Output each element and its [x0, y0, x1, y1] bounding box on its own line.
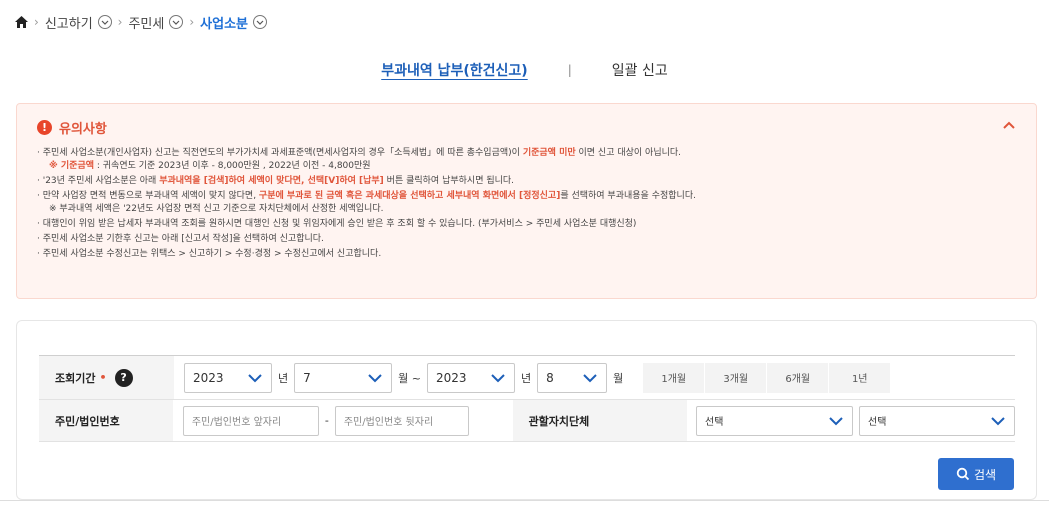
chevron-right-icon: ›	[34, 15, 39, 29]
chevron-down-icon[interactable]	[169, 15, 184, 29]
select-value: 2023	[435, 370, 467, 385]
notice-emphasis: ※ 기준금액	[49, 161, 95, 171]
notice-text: · 주민세 사업소분(개인사업자) 신고는 직전연도의 부가가치세 과세표준액(…	[37, 148, 523, 158]
to-year-select[interactable]: 2023	[426, 362, 515, 393]
chevron-down-icon	[491, 373, 505, 382]
id-controls: 주민/법인번호 앞자리 - 주민/법인번호 뒷자리	[173, 405, 513, 436]
tab-divider: |	[567, 63, 572, 77]
search-panel: 조회기간 • ? 2023 년 7 월 ~ 2023 년 8 월 1개월 3개월…	[16, 320, 1037, 500]
notice-subnote: ※ 부과내역 세액은 '22년도 사업장 면적 신고 기준으로 자치단체에서 산…	[49, 204, 384, 214]
notice-header: ! 유의사항	[37, 118, 1018, 137]
period-6month-button[interactable]: 6개월	[767, 362, 830, 393]
period-quick-buttons: 1개월 3개월 6개월 1년	[643, 362, 892, 393]
period-controls: 2023 년 7 월 ~ 2023 년 8 월 1개월 3개월 6개월 1년	[174, 362, 892, 393]
select-value: 선택	[868, 417, 887, 428]
breadcrumb: › 신고하기 › 주민세 › 사업소분	[14, 13, 268, 32]
period-label: 조회기간	[55, 371, 96, 385]
breadcrumb-item-current[interactable]: 사업소분	[200, 13, 268, 32]
notice-emphasis: 기준금액 미만	[522, 148, 576, 158]
chevron-down-icon	[368, 373, 382, 382]
notice-box: ! 유의사항 · 주민세 사업소분(개인사업자) 신고는 직전연도의 부가가치세…	[16, 103, 1037, 299]
period-1year-button[interactable]: 1년	[829, 362, 892, 393]
region-province-select[interactable]: 선택	[696, 405, 853, 436]
notice-list: · 주민세 사업소분(개인사업자) 신고는 직전연도의 부가가치세 과세표준액(…	[37, 147, 1018, 261]
period-row: 조회기간 • ? 2023 년 7 월 ~ 2023 년 8 월 1개월 3개월…	[39, 356, 1015, 400]
help-icon[interactable]: ?	[114, 368, 133, 387]
chevron-right-icon: ›	[189, 15, 195, 29]
id-label: 주민/법인번호	[55, 414, 120, 428]
month-unit: 월	[613, 371, 624, 385]
notice-item: · 대행인이 위임 받은 납세자 부과내역 조회를 원하시면 대행인 신청 및 …	[37, 218, 1018, 231]
search-button[interactable]: 검색	[938, 458, 1014, 490]
select-value: 8	[546, 370, 554, 385]
from-year-select[interactable]: 2023	[184, 362, 272, 393]
select-value: 7	[303, 370, 311, 385]
chevron-down-icon[interactable]	[97, 15, 112, 29]
id-label-cell: 주민/법인번호	[39, 400, 173, 441]
notice-text: 이면 신고 대상이 아닙니다.	[575, 148, 682, 158]
notice-text: · 주민세 사업소분 기한후 신고는 아래 [신고서 작성]을 선택하여 신고합…	[37, 234, 324, 244]
year-unit: 년	[520, 371, 532, 385]
chevron-down-icon	[829, 416, 843, 425]
notice-item: · 주민세 사업소분(개인사업자) 신고는 직전연도의 부가가치세 과세표준액(…	[37, 147, 1018, 173]
period-3month-button[interactable]: 3개월	[705, 362, 768, 393]
notice-text: 를 선택하여 부과내용을 수정합니다.	[560, 191, 696, 201]
select-value: 2023	[193, 370, 224, 385]
breadcrumb-item[interactable]: 신고하기	[45, 13, 112, 32]
id-front-input[interactable]: 주민/법인번호 앞자리	[182, 405, 319, 436]
tab-bulk-report[interactable]: 일괄 신고	[612, 60, 668, 80]
notice-subnote: ※ 기준금액 : 귀속연도 기준 2023년 이후 - 8,000만원 , 20…	[37, 160, 1018, 173]
month-unit: 월 ~	[398, 371, 421, 385]
id-row: 주민/법인번호 주민/법인번호 앞자리 - 주민/법인번호 뒷자리 관할자치단체…	[39, 400, 1015, 442]
period-1month-button[interactable]: 1개월	[643, 362, 706, 393]
notice-item: · 주민세 사업소분 수정신고는 위택스 > 신고하기 > 수정·경정 > 수정…	[37, 248, 1018, 261]
notice-title: 유의사항	[59, 122, 107, 137]
to-month-select[interactable]: 8	[537, 362, 608, 393]
breadcrumb-label: 사업소분	[200, 16, 249, 32]
home-icon[interactable]	[14, 15, 28, 29]
year-unit: 년	[278, 371, 289, 385]
chevron-down-icon	[583, 373, 597, 382]
report-type-tabs: 부과내역 납부(한건신고) | 일괄 신고	[0, 60, 1049, 80]
period-label-cell: 조회기간 • ?	[39, 356, 174, 399]
notice-text: · 대행인이 위임 받은 납세자 부과내역 조회를 원하시면 대행인 신청 및 …	[37, 219, 637, 229]
region-label: 관할자치단체	[528, 414, 590, 428]
required-mark: •	[99, 371, 107, 384]
chevron-right-icon: ›	[117, 15, 123, 29]
search-button-label: 검색	[973, 467, 997, 482]
notice-text: · 만약 사업장 면적 변동으로 부과내역 세액이 맞지 않다면,	[37, 191, 259, 201]
region-city-select[interactable]: 선택	[859, 405, 1015, 436]
notice-text: 버튼 클릭하여 납부하시면 됩니다.	[383, 176, 515, 186]
id-dash: -	[324, 414, 329, 427]
region-controls: 선택 선택	[687, 405, 1015, 436]
chevron-up-icon[interactable]	[1002, 120, 1016, 130]
breadcrumb-label: 신고하기	[44, 16, 93, 32]
breadcrumb-label: 주민세	[128, 16, 165, 32]
notice-item: · 주민세 사업소분 기한후 신고는 아래 [신고서 작성]을 선택하여 신고합…	[37, 233, 1018, 246]
notice-text: · 주민세 사업소분 수정신고는 위택스 > 신고하기 > 수정·경정 > 수정…	[37, 249, 382, 259]
notice-text: : 귀속연도 기준 2023년 이후 - 8,000만원 , 2022년 이전 …	[94, 161, 371, 171]
chevron-down-icon	[248, 373, 262, 382]
breadcrumb-item[interactable]: 주민세	[128, 13, 184, 32]
notice-emphasis: 부과내역을 [검색]하여 세액이 맞다면, 선택[V]하여 [납부]	[159, 176, 384, 186]
notice-emphasis: 구분에 부과로 된 금액 혹은 과세대상을 선택하고 세부내역 화면에서 [정정…	[258, 191, 561, 201]
notice-text: · '23년 주민세 사업소분은 아래	[37, 176, 160, 186]
notice-item: · 만약 사업장 면적 변동으로 부과내역 세액이 맞지 않다면, 구분에 부과…	[37, 190, 1018, 216]
notice-item: · '23년 주민세 사업소분은 아래 부과내역을 [검색]하여 세액이 맞다면…	[37, 175, 1018, 188]
region-label-cell: 관할자치단체	[512, 400, 687, 441]
warning-icon: !	[37, 120, 52, 135]
chevron-down-icon[interactable]	[253, 15, 268, 29]
id-back-input[interactable]: 주민/법인번호 뒷자리	[334, 405, 469, 436]
select-value: 선택	[705, 417, 724, 428]
search-form: 조회기간 • ? 2023 년 7 월 ~ 2023 년 8 월 1개월 3개월…	[39, 355, 1015, 442]
chevron-down-icon	[991, 416, 1005, 425]
search-icon	[956, 467, 970, 481]
tab-single-payment[interactable]: 부과내역 납부(한건신고)	[381, 60, 527, 80]
from-month-select[interactable]: 7	[294, 362, 393, 393]
page-divider	[0, 500, 1049, 501]
